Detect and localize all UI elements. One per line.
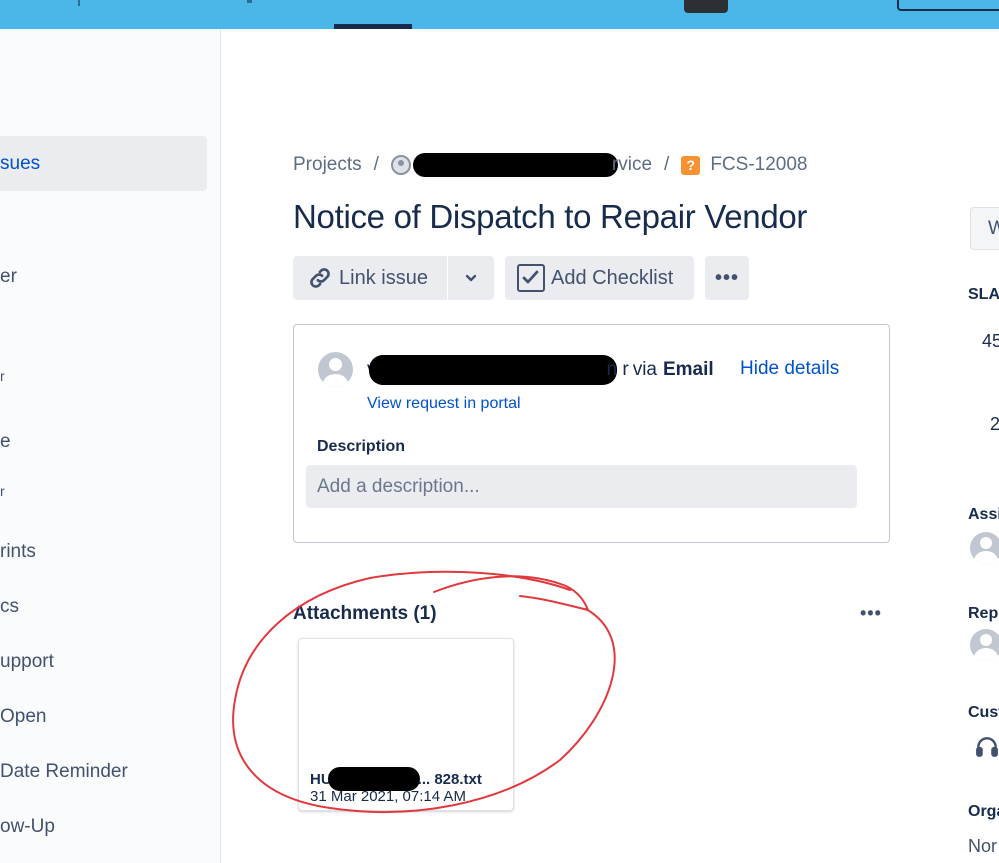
checkbox-checked-icon <box>517 264 545 292</box>
add-checklist-label: Add Checklist <box>551 266 674 289</box>
reporter-avatar[interactable] <box>970 629 999 661</box>
attachment-name-suffix: ... 828.txt <box>417 770 482 788</box>
breadcrumb-issue-key[interactable]: FCS-12008 <box>710 154 807 176</box>
sidebar-item[interactable]: e <box>0 431 11 453</box>
project-avatar-icon <box>390 155 411 175</box>
attachment-date: 31 Mar 2021, 07:14 AM <box>310 788 466 805</box>
sidebar-item-follow-up[interactable]: ow-Up <box>0 816 55 838</box>
sidebar-item-label: r <box>0 483 5 499</box>
sidebar-item-label: cs <box>0 596 19 617</box>
redaction-mark <box>368 355 617 385</box>
sidebar-item-issues[interactable]: sues <box>0 136 207 191</box>
sidebar-item-label: upport <box>0 651 54 672</box>
attachments-heading: Attachments (1) <box>293 603 437 624</box>
sla-label: SLA <box>968 286 999 303</box>
link-issue-dropdown-button[interactable] <box>448 256 494 300</box>
sidebar-item-date-reminder[interactable]: Date Reminder <box>0 761 128 783</box>
reporter-line: v n r via Email <box>367 355 714 385</box>
sidebar-item-label: r <box>0 368 5 384</box>
sidebar-item-sprints[interactable]: rints <box>0 541 36 563</box>
view-request-in-portal-link[interactable]: View request in portal <box>367 395 521 413</box>
organization-label: Orga <box>968 803 999 820</box>
reporter-avatar <box>318 352 353 387</box>
issue-type-icon: ? <box>681 155 701 175</box>
assignee-label: Assi <box>968 506 999 523</box>
issue-title[interactable]: Notice of Dispatch to Repair Vendor <box>293 198 807 236</box>
assignee-avatar[interactable] <box>970 532 999 564</box>
sidebar-item-label: er <box>0 266 17 287</box>
sidebar-item-label: Date Reminder <box>0 761 128 782</box>
sidebar-item-label: ow-Up <box>0 816 55 837</box>
organization-value[interactable]: Nor <box>968 836 997 857</box>
breadcrumb-projects-link[interactable]: Projects <box>293 154 362 176</box>
sidebar-item[interactable]: r <box>0 483 5 499</box>
redaction-mark <box>412 153 618 177</box>
sla-value: 45 <box>982 331 999 351</box>
more-actions-button[interactable]: ••• <box>705 256 749 300</box>
reporter-name-suffix: n r <box>606 359 629 380</box>
sidebar-item[interactable]: er <box>0 266 17 288</box>
sidebar-item-label: sues <box>0 153 41 174</box>
add-checklist-button[interactable]: Add Checklist <box>505 256 694 300</box>
description-label: Description <box>317 438 406 455</box>
active-nav-tab-indicator[interactable] <box>334 24 412 29</box>
sidebar-item-label: rints <box>0 541 36 562</box>
nav-divider <box>247 0 252 3</box>
sidebar-item[interactable]: r <box>0 368 5 384</box>
breadcrumb-separator: / <box>664 154 670 175</box>
request-channel: Email <box>662 359 714 380</box>
sidebar-item-label: e <box>0 431 11 452</box>
project-sidebar: sues er r e r rints cs upport Open Date … <box>0 29 221 863</box>
reporter-label: Rep <box>968 605 999 622</box>
request-details-card: v n r via Email Hide details View reques… <box>293 324 890 543</box>
link-issue-button[interactable]: Link issue <box>293 256 447 300</box>
nav-divider <box>78 0 80 6</box>
sidebar-item-label: Open <box>0 706 47 727</box>
chevron-down-icon <box>465 274 477 282</box>
headset-icon <box>976 737 998 757</box>
workflow-button[interactable]: W <box>970 207 999 250</box>
hide-details-link[interactable]: Hide details <box>740 358 839 380</box>
link-icon <box>310 268 330 288</box>
top-navigation-bar <box>0 0 999 29</box>
attachment-card[interactable]: HU ... 828.txt 31 Mar 2021, 07:14 AM <box>298 638 514 811</box>
breadcrumb-project-link[interactable]: rvice <box>612 154 652 176</box>
description-field[interactable] <box>306 465 857 508</box>
customer-label: Cust <box>968 704 999 721</box>
attachments-more-button[interactable]: ••• <box>860 603 882 624</box>
nav-outline-button[interactable] <box>897 0 999 11</box>
link-issue-label: Link issue <box>339 266 428 289</box>
breadcrumb-separator: / <box>373 154 379 175</box>
sidebar-item[interactable]: cs <box>0 596 19 618</box>
sla-value: 2 <box>990 414 999 434</box>
sidebar-item-support[interactable]: upport <box>0 651 54 673</box>
breadcrumb: Projects / rvice / ? FCS-12008 <box>293 152 808 178</box>
sidebar-item-open[interactable]: Open <box>0 706 46 728</box>
issue-toolbar: Link issue Add Checklist ••• <box>293 256 749 300</box>
nav-dark-button[interactable] <box>684 0 728 13</box>
via-label: via <box>632 359 657 380</box>
